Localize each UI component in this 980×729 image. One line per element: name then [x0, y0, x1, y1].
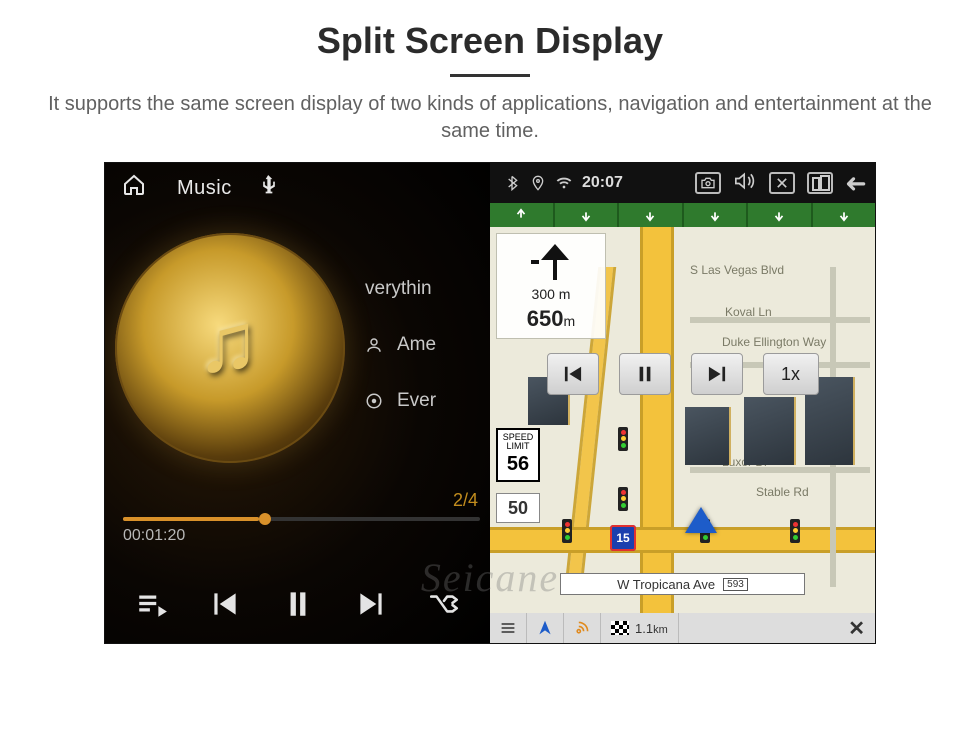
checkered-flag-icon — [611, 621, 629, 635]
progress-area: 2/4 00:01:20 — [123, 490, 480, 545]
lane-slot — [619, 203, 684, 227]
turn-unit-2: m — [564, 313, 576, 329]
traffic-light-icon — [562, 519, 572, 543]
remaining-distance: 1.1 — [635, 621, 653, 636]
interstate-shield: 15 — [610, 525, 636, 551]
next-button[interactable] — [354, 587, 388, 629]
volume-button[interactable] — [733, 171, 757, 196]
playback-speed-button[interactable]: 1x — [763, 353, 819, 395]
nav-satellite-button[interactable] — [564, 613, 601, 643]
nav-next-button[interactable] — [691, 353, 743, 395]
turn-distance-1: 300 — [532, 286, 555, 302]
turn-left-icon — [529, 242, 573, 282]
turn-instruction-panel: 300 m 650m — [496, 233, 606, 339]
speed-limit-label: SPEED LIMIT — [503, 432, 534, 451]
elapsed-time: 00:01:20 — [123, 527, 480, 545]
track-title-row: verythin — [365, 278, 436, 300]
lane-slot — [748, 203, 813, 227]
page-subtitle: It supports the same screen display of t… — [0, 91, 980, 163]
person-icon — [365, 336, 383, 354]
traffic-light-icon — [618, 487, 628, 511]
album-name: Ever — [397, 390, 436, 412]
title-underline — [450, 74, 530, 77]
system-status-bar: 20:07 ➜ — [490, 163, 875, 203]
track-metadata: verythin Ame Ever — [365, 278, 436, 412]
nav-menu-button[interactable] — [490, 613, 527, 643]
lane-slot — [555, 203, 620, 227]
music-app-label: Music — [177, 177, 232, 200]
current-street-name: W Tropicana Ave — [617, 577, 715, 592]
home-icon[interactable] — [121, 173, 147, 203]
current-street-sign: W Tropicana Ave 593 — [560, 573, 805, 595]
screenshot-button[interactable] — [695, 172, 721, 194]
nav-pause-button[interactable] — [619, 353, 671, 395]
lane-guidance-bar — [490, 203, 875, 227]
album-art: ♫ — [115, 233, 345, 463]
vehicle-cursor-icon — [685, 507, 717, 533]
street-label: Stable Rd — [756, 485, 809, 499]
disc-icon — [365, 392, 383, 410]
nav-prev-button[interactable] — [547, 353, 599, 395]
artist-row: Ame — [365, 334, 436, 356]
speed-limit-value: 56 — [498, 454, 538, 475]
speedometer: 50 — [496, 493, 540, 523]
progress-fill — [123, 517, 259, 521]
street-label: Koval Ln — [725, 305, 772, 319]
exit-badge: 593 — [723, 578, 748, 591]
nav-bottom-bar: 1.1km ✕ — [490, 613, 875, 643]
lane-slot — [490, 203, 555, 227]
bluetooth-icon — [504, 175, 520, 191]
watermark: Seicane — [421, 554, 559, 601]
building-icon — [744, 397, 794, 465]
progress-bar[interactable] — [123, 517, 480, 521]
back-button[interactable]: ➜ — [845, 168, 867, 199]
page-title: Split Screen Display — [0, 20, 980, 62]
close-app-button[interactable] — [769, 172, 795, 194]
artist-name: Ame — [397, 334, 436, 356]
device-screenshot: Music ♫ verythin Ame Ever 2/4 — [105, 163, 875, 643]
traffic-light-icon — [618, 427, 628, 451]
split-screen-button[interactable] — [807, 172, 833, 194]
street-label: S Las Vegas Blvd — [690, 263, 784, 277]
lane-slot — [684, 203, 749, 227]
music-top-bar: Music — [105, 163, 490, 213]
remaining-distance-unit: km — [653, 624, 668, 636]
clock: 20:07 — [582, 174, 623, 192]
street-label: Duke Ellington Way — [722, 335, 826, 349]
album-row: Ever — [365, 390, 436, 412]
nav-media-controls: 1x — [490, 353, 875, 395]
gps-icon — [530, 175, 546, 191]
usb-icon[interactable] — [262, 175, 276, 201]
turn-unit-1: m — [559, 286, 571, 302]
nav-close-button[interactable]: ✕ — [838, 613, 875, 643]
wifi-icon — [556, 175, 572, 191]
music-note-icon: ♫ — [197, 294, 260, 391]
speed-limit-sign: SPEED LIMIT 56 — [496, 428, 540, 482]
building-icon — [685, 407, 729, 465]
previous-button[interactable] — [208, 587, 242, 629]
track-counter: 2/4 — [123, 490, 480, 511]
nav-cursor-button[interactable] — [527, 613, 564, 643]
playlist-button[interactable] — [135, 587, 169, 629]
nav-destination-info[interactable]: 1.1km — [601, 613, 679, 643]
progress-knob[interactable] — [259, 513, 271, 525]
turn-distance-2: 650 — [527, 306, 564, 331]
traffic-light-icon — [790, 519, 800, 543]
track-title: verythin — [365, 278, 432, 300]
pause-button[interactable] — [281, 587, 315, 629]
lane-slot — [813, 203, 876, 227]
